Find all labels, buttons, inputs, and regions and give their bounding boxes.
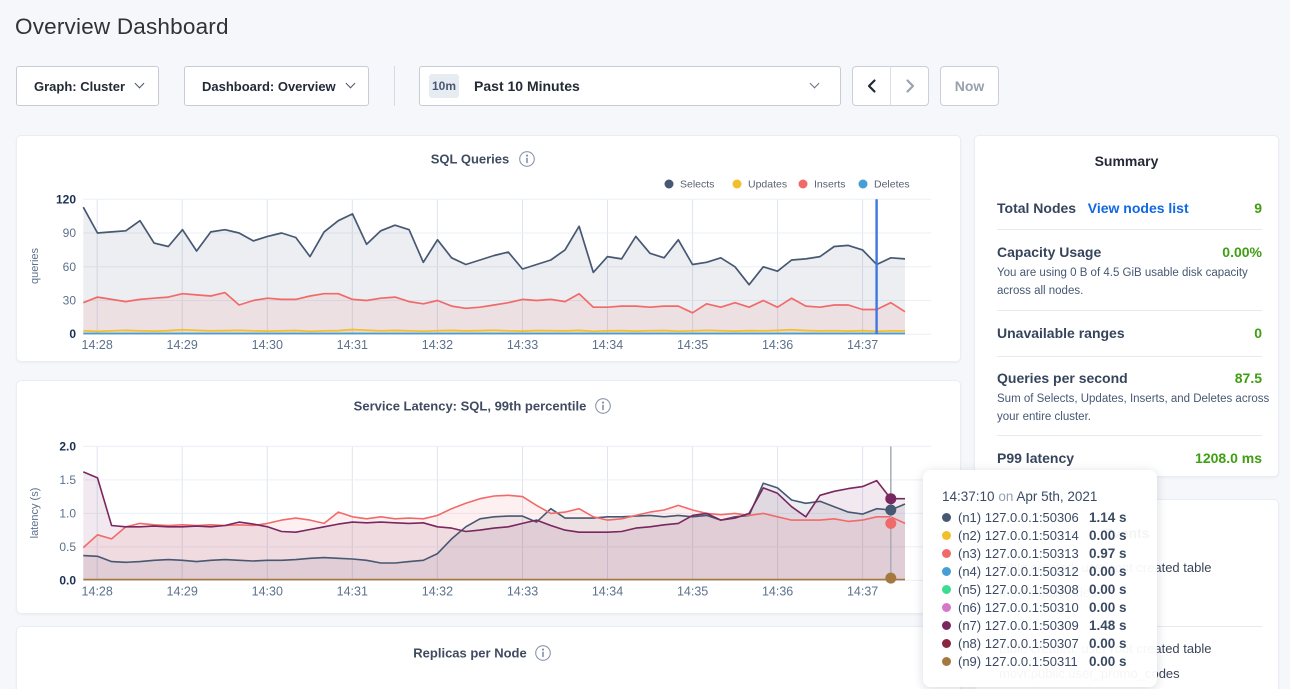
svg-text:120: 120 [56,192,76,206]
svg-text:14:35: 14:35 [677,585,708,599]
svg-text:14:28: 14:28 [82,338,113,352]
svg-text:14:34: 14:34 [592,585,623,599]
svg-text:0.0: 0.0 [59,573,76,587]
svg-text:14:37: 14:37 [847,338,878,352]
svg-text:Inserts: Inserts [814,179,846,191]
svg-text:60: 60 [63,260,77,274]
svg-text:Service Latency: SQL, 99th per: Service Latency: SQL, 99th percentile [354,399,587,414]
svg-text:14:36: 14:36 [762,338,793,352]
svg-text:Updates: Updates [748,179,787,191]
svg-text:latency (s): latency (s) [29,488,41,539]
svg-text:90: 90 [63,226,77,240]
svg-text:30: 30 [63,294,77,308]
svg-text:14:32: 14:32 [422,585,453,599]
svg-text:14:36: 14:36 [762,585,793,599]
svg-text:0: 0 [69,327,76,341]
svg-text:queries: queries [29,247,41,284]
svg-text:14:30: 14:30 [252,338,283,352]
svg-text:14:28: 14:28 [82,585,113,599]
svg-text:14:29: 14:29 [167,338,198,352]
svg-text:14:31: 14:31 [337,338,368,352]
svg-text:14:34: 14:34 [592,338,623,352]
svg-text:14:29: 14:29 [167,585,198,599]
svg-text:14:33: 14:33 [507,338,538,352]
svg-text:Replicas per Node: Replicas per Node [413,646,526,661]
svg-text:SQL Queries: SQL Queries [431,152,510,167]
svg-text:1.5: 1.5 [59,473,76,487]
svg-text:Deletes: Deletes [874,179,910,191]
svg-text:2.0: 2.0 [59,439,76,453]
svg-text:14:31: 14:31 [337,585,368,599]
svg-text:14:35: 14:35 [677,338,708,352]
svg-text:Selects: Selects [680,179,714,191]
svg-text:14:37: 14:37 [847,585,878,599]
svg-text:1.0: 1.0 [59,506,76,520]
svg-text:0.5: 0.5 [59,540,76,554]
svg-text:14:32: 14:32 [422,338,453,352]
svg-text:14:33: 14:33 [507,585,538,599]
svg-text:14:30: 14:30 [252,585,283,599]
